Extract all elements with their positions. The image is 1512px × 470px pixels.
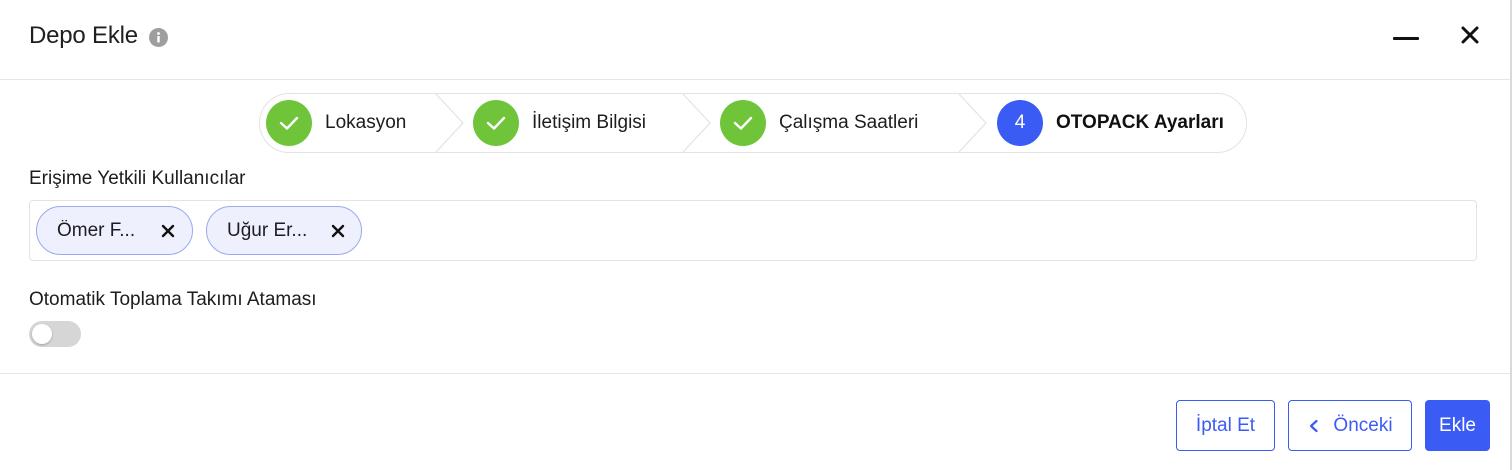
close-button[interactable] <box>1453 20 1487 54</box>
step-label: Lokasyon <box>325 112 407 133</box>
step-separator-chevron <box>435 94 464 152</box>
info-icon[interactable] <box>149 28 168 47</box>
close-icon <box>1461 26 1479 49</box>
step-separator-chevron <box>682 94 711 152</box>
stepper: Lokasyon İletişim Bilgisi Çalışma Saatle… <box>259 93 1247 153</box>
minimize-button[interactable] <box>1389 20 1423 54</box>
auto-assign-toggle[interactable] <box>29 321 81 347</box>
step-active-circle: 4 <box>997 100 1043 146</box>
previous-button-label: Önceki <box>1333 414 1393 436</box>
step-done-circle <box>266 100 312 146</box>
user-chip: Uğur Er... <box>206 206 362 255</box>
cancel-button[interactable]: İptal Et <box>1176 400 1275 451</box>
check-icon <box>279 116 299 130</box>
toggle-knob <box>32 324 52 344</box>
step-otopack-ayarlari[interactable]: 4 OTOPACK Ayarları <box>997 94 1224 152</box>
previous-button[interactable]: Önceki <box>1288 400 1412 451</box>
auto-assign-label: Otomatik Toplama Takımı Ataması <box>29 289 317 310</box>
step-separator-chevron <box>958 94 987 152</box>
footer-divider <box>0 373 1510 374</box>
user-chip-label: Uğur Er... <box>227 219 308 241</box>
authorized-users-select[interactable]: Ömer F... Uğur Er... <box>29 200 1477 261</box>
user-chip: Ömer F... <box>36 206 193 255</box>
authorized-users-label: Erişime Yetkili Kullanıcılar <box>29 168 246 189</box>
remove-chip-button[interactable] <box>157 220 179 242</box>
step-label: Çalışma Saatleri <box>779 112 919 133</box>
minus-icon <box>1393 28 1419 46</box>
check-icon <box>733 116 753 130</box>
modal-title: Depo Ekle <box>29 22 138 49</box>
step-done-circle <box>720 100 766 146</box>
close-icon <box>331 224 345 237</box>
step-label: OTOPACK Ayarları <box>1056 112 1224 133</box>
step-label: İletişim Bilgisi <box>532 112 647 133</box>
step-lokasyon[interactable]: Lokasyon <box>266 94 406 152</box>
close-icon <box>161 224 175 237</box>
remove-chip-button[interactable] <box>327 220 349 242</box>
step-done-circle <box>473 100 519 146</box>
modal-header: Depo Ekle <box>0 0 1510 80</box>
add-button[interactable]: Ekle <box>1425 400 1490 451</box>
user-chip-label: Ömer F... <box>57 219 136 241</box>
step-iletisim-bilgisi[interactable]: İletişim Bilgisi <box>473 94 646 152</box>
step-calisma-saatleri[interactable]: Çalışma Saatleri <box>720 94 918 152</box>
check-icon <box>486 116 506 130</box>
chevron-left-icon <box>1310 419 1319 432</box>
